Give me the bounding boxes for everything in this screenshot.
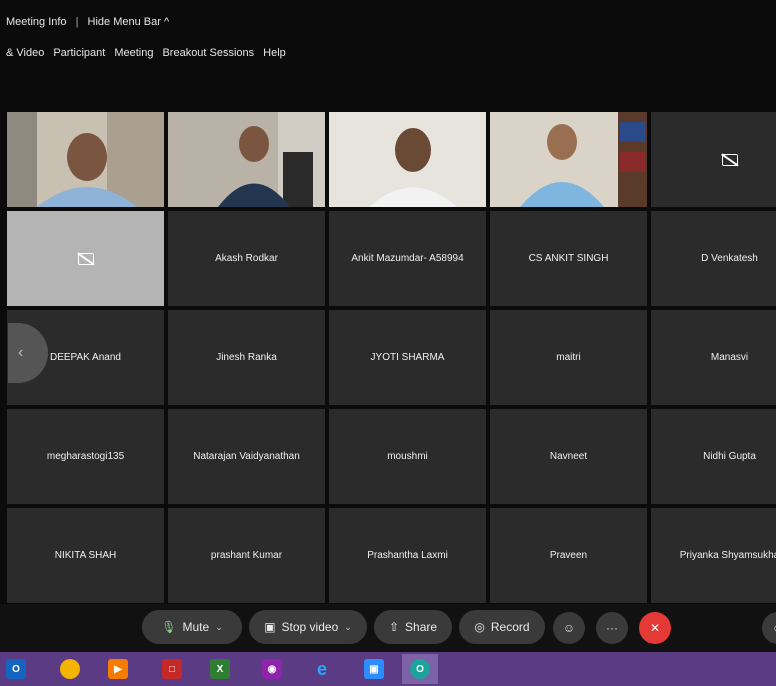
participants-button[interactable]: ☺ — [762, 612, 776, 644]
participant-name: maitri — [556, 352, 581, 363]
participant-tile[interactable]: Jinesh Ranka — [168, 310, 325, 405]
participant-name: Akash Rodkar — [215, 253, 278, 264]
menu-breakout-sessions[interactable]: Breakout Sessions — [162, 47, 254, 59]
participant-name: Priyanka Shyamsukha — [679, 550, 776, 561]
meeting-info-link[interactable]: Meeting Info — [6, 16, 67, 28]
participant-tile[interactable]: Ankit Mazumdar- A58994 — [329, 211, 486, 306]
participant-tile[interactable]: D Venkatesh — [651, 211, 776, 306]
microphone-icon: 🎙 — [161, 620, 177, 634]
smiley-icon: ☺ — [562, 621, 576, 635]
participant-name: JYOTI SHARMA — [370, 352, 445, 363]
chevron-down-icon[interactable]: ⌄ — [215, 622, 223, 633]
chevron-down-icon[interactable]: ⌄ — [344, 622, 352, 633]
participant-video — [7, 112, 164, 207]
chrome-icon[interactable] — [60, 659, 80, 679]
reactions-button[interactable]: ☺ — [553, 612, 585, 644]
participant-name: Jinesh Ranka — [216, 352, 277, 363]
record-label: Record — [490, 620, 530, 634]
menu-help[interactable]: Help — [263, 47, 286, 59]
participant-tile[interactable]: JYOTI SHARMA — [329, 310, 486, 405]
menu-video[interactable]: & Video — [6, 47, 44, 59]
more-label: ··· — [606, 621, 618, 635]
share-icon: ⇧ — [388, 620, 400, 634]
participant-video-tile[interactable] — [329, 112, 486, 207]
participant-name: CS ANKIT SINGH — [528, 253, 609, 264]
participant-name: NIKITA SHAH — [54, 550, 117, 561]
mute-button[interactable]: 🎙 Mute ⌄ — [142, 610, 242, 644]
meeting-controls: 🎙 Mute ⌄ ▣ Stop video ⌄ ⇧ Share ◎ Record… — [0, 604, 776, 652]
participant-name: Ankit Mazumdar- A58994 — [351, 253, 464, 264]
participant-tile[interactable]: Praveen — [490, 508, 647, 603]
end-meeting-button[interactable]: ✕ — [639, 612, 671, 644]
more-button[interactable]: ··· — [596, 612, 628, 644]
camera-app-icon[interactable]: ◉ — [262, 659, 282, 679]
active-app-icon[interactable]: O — [410, 659, 430, 679]
participant-tile[interactable]: Manasvi — [651, 310, 776, 405]
participant-grid: Akash Rodkar Ankit Mazumdar- A58994 CS A… — [7, 112, 776, 604]
participant-name: Nidhi Gupta — [703, 451, 756, 462]
record-button[interactable]: ◎ Record — [459, 610, 545, 644]
separator: | — [75, 16, 79, 28]
meeting-header: Meeting Info | Hide Menu Bar ^ & Video P… — [0, 0, 776, 104]
outlook-icon[interactable]: O — [6, 659, 26, 679]
menu-participant[interactable]: Participant — [53, 47, 105, 59]
stop-video-button[interactable]: ▣ Stop video ⌄ — [249, 610, 367, 644]
participant-tile[interactable]: NIKITA SHAH — [7, 508, 164, 603]
participant-name: D Venkatesh — [701, 253, 758, 264]
share-button[interactable]: ⇧ Share — [374, 610, 452, 644]
camera-icon: ▣ — [264, 620, 276, 634]
participant-name: Natarajan Vaidyanathan — [193, 451, 300, 462]
chevron-left-icon: ‹ — [18, 344, 24, 361]
mute-label: Mute — [182, 620, 210, 634]
participant-tile[interactable]: Natarajan Vaidyanathan — [168, 409, 325, 504]
participant-name: moushmi — [387, 451, 428, 462]
participant-tile[interactable] — [7, 211, 164, 306]
camera-off-icon — [721, 153, 738, 166]
participant-video — [168, 112, 325, 207]
participant-video-tile[interactable] — [490, 112, 647, 207]
taskbar: O ▶ □ X ◉ e ▣ O — [0, 652, 776, 686]
participant-tile[interactable]: moushmi — [329, 409, 486, 504]
media-player-icon[interactable]: ▶ — [108, 659, 128, 679]
participant-video — [329, 112, 486, 207]
participant-video-tile[interactable] — [7, 112, 164, 207]
participant-tile[interactable]: CS ANKIT SINGH — [490, 211, 647, 306]
participant-name: Manasvi — [710, 352, 749, 363]
participant-name: megharastogi135 — [46, 451, 125, 462]
participant-tile[interactable]: Akash Rodkar — [168, 211, 325, 306]
participant-tile[interactable]: megharastogi135 — [7, 409, 164, 504]
participant-tile[interactable]: maitri — [490, 310, 647, 405]
participant-tile[interactable]: Prashantha Laxmi — [329, 508, 486, 603]
hide-menu-bar-link[interactable]: Hide Menu Bar ^ — [88, 16, 170, 28]
participant-tile[interactable]: Nidhi Gupta — [651, 409, 776, 504]
zoom-icon[interactable]: ▣ — [364, 659, 384, 679]
participant-tile[interactable] — [651, 112, 776, 207]
share-label: Share — [405, 620, 438, 634]
participant-name: Praveen — [549, 550, 588, 561]
participant-name: prashant Kumar — [210, 550, 283, 561]
participant-tile[interactable]: prashant Kumar — [168, 508, 325, 603]
meeting-info-bar: Meeting Info | Hide Menu Bar ^ — [6, 16, 169, 28]
excel-icon[interactable]: X — [210, 659, 230, 679]
participant-name: Prashantha Laxmi — [367, 550, 448, 561]
person-icon: ☺ — [772, 621, 776, 635]
participant-name: Navneet — [549, 451, 588, 462]
camera-off-icon — [77, 252, 94, 265]
participant-tile[interactable]: Priyanka Shyamsukha — [651, 508, 776, 603]
menu-bar: & Video Participant Meeting Breakout Ses… — [6, 47, 286, 59]
participant-tile[interactable]: Navneet — [490, 409, 647, 504]
stop-video-label: Stop video — [281, 620, 339, 634]
record-icon: ◎ — [474, 620, 485, 634]
menu-meeting[interactable]: Meeting — [114, 47, 153, 59]
participant-video — [490, 112, 647, 207]
participant-name: DEEPAK Anand — [50, 352, 121, 363]
close-icon: ✕ — [649, 621, 661, 635]
internet-explorer-icon[interactable]: e — [312, 659, 332, 679]
charts-icon[interactable]: □ — [162, 659, 182, 679]
participant-video-tile[interactable] — [168, 112, 325, 207]
